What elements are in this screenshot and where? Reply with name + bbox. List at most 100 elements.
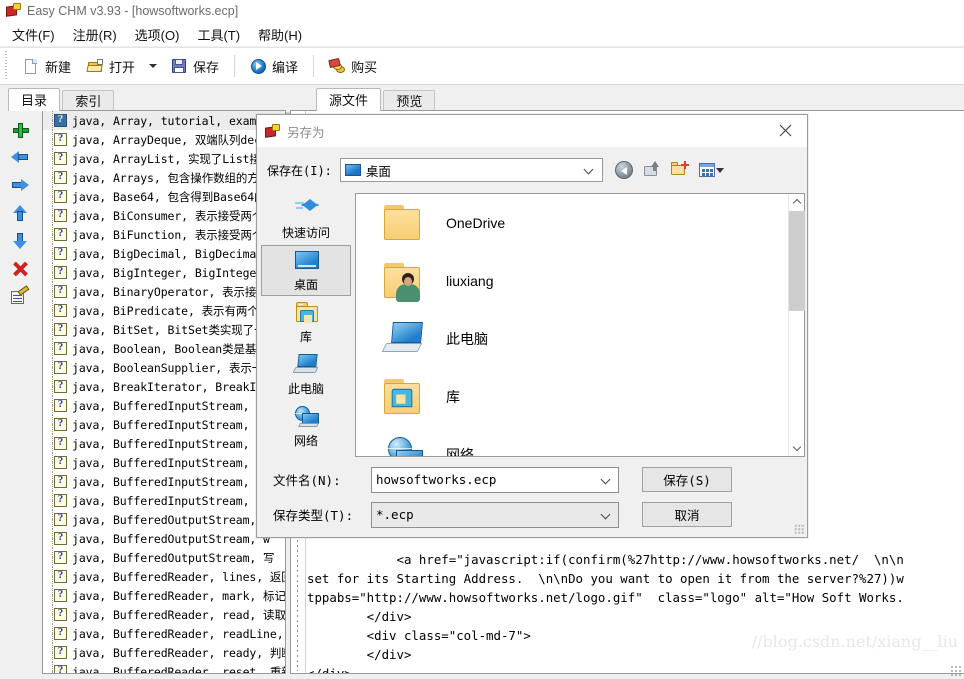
places-bar: 快速访问 桌面库此电脑 网络 [261, 193, 351, 457]
compile-button[interactable]: 编译 [243, 52, 305, 80]
tree-item[interactable]: java, Base64, 包含得到Base64的 [43, 187, 285, 206]
save-confirm-button[interactable]: 保存(S) [642, 467, 732, 492]
tree-item[interactable]: java, BufferedOutputStream, f [43, 510, 285, 529]
tab-preview[interactable]: 预览 [383, 90, 436, 111]
tree-item[interactable]: java, Boolean, Boolean类是基本 [43, 339, 285, 358]
file-list-item[interactable]: 库 [356, 368, 787, 426]
new-button[interactable]: 新建 [16, 52, 78, 80]
tree-item[interactable]: java, BufferedReader, lines, 返回 [43, 567, 285, 586]
save-button[interactable]: 保存 [164, 52, 226, 80]
menu-options[interactable]: 选项(O) [134, 23, 181, 46]
tree-item[interactable]: java, BufferedInputStream, ma [43, 434, 285, 453]
edit-item-button[interactable] [4, 284, 34, 310]
contents-tree-pane[interactable]: java, Array, tutorial, exampl java, Array… [42, 110, 286, 674]
look-in-combo[interactable]: 桌面 [339, 158, 603, 182]
filename-input[interactable]: howsoftworks.ecp [371, 466, 619, 493]
place-desktop[interactable]: 桌面 [261, 245, 351, 296]
tree-item[interactable]: java, ArrayList, 实现了List接 [43, 149, 285, 168]
tab-index[interactable]: 索引 [62, 90, 115, 111]
tree-item-label: java, BufferedOutputStream, f [72, 512, 270, 527]
delete-item-button[interactable] [4, 256, 34, 282]
file-list[interactable]: OneDrive liuxiang 此电脑库网络 [355, 193, 805, 457]
place-quick-access-star[interactable]: 快速访问 [261, 193, 351, 244]
tab-contents[interactable]: 目录 [8, 88, 61, 111]
desktop-icon [344, 164, 361, 176]
dialog-resize-grip[interactable] [794, 524, 804, 534]
tree-item[interactable]: java, BufferedReader, reset, 重新 [43, 662, 286, 674]
tree-item[interactable]: java, ArrayDeque, 双端队列dec [43, 130, 285, 149]
filename-chevron-down-icon[interactable] [601, 475, 611, 485]
help-topic-icon [54, 170, 67, 184]
tree-item[interactable]: java, BufferedInputStream, sk [43, 491, 285, 510]
tree-item[interactable]: java, BufferedReader, readLine, 读 [43, 624, 285, 643]
menu-help[interactable]: 帮助(H) [257, 23, 303, 46]
scroll-down-icon[interactable] [789, 439, 805, 456]
tree-item[interactable]: java, BigInteger, BigInteger类 [43, 263, 285, 282]
tree-item[interactable]: java, Arrays, 包含操作数组的方 [43, 168, 285, 187]
chevron-down-icon[interactable] [584, 165, 594, 175]
file-list-scroll-thumb[interactable] [789, 211, 805, 311]
menu-file[interactable]: 文件(F) [11, 23, 56, 46]
tree-item[interactable]: java, BufferedReader, ready, 判断 [43, 643, 285, 662]
new-folder-button[interactable] [667, 157, 693, 183]
tree-item[interactable]: java, BufferedInputStream, av [43, 396, 285, 415]
file-list-item[interactable]: liuxiang [356, 252, 787, 310]
tree-item[interactable]: java, BiConsumer, 表示接受两个 [43, 206, 285, 225]
tree-item-label: java, BufferedReader, reset, 重新 [72, 664, 286, 674]
tree-item-label: java, BooleanSupplier, 表示一个 [72, 360, 275, 375]
move-right-button[interactable] [4, 172, 34, 198]
tree-item[interactable]: java, BinaryOperator, 表示接受 [43, 282, 285, 301]
tree-item[interactable]: java, BufferedInputStream, Bu [43, 415, 285, 434]
place-this-pc[interactable]: 此电脑 [261, 349, 351, 400]
file-list-item[interactable]: 网络 [356, 426, 787, 456]
tree-item[interactable]: java, BiPredicate, 表示有两个参 [43, 301, 285, 320]
open-dropdown-caret-icon[interactable] [149, 64, 158, 68]
menu-register[interactable]: 注册(R) [72, 23, 118, 46]
tree-guide-line [52, 662, 53, 673]
tree-item[interactable]: java, BiFunction, 表示接受两个 [43, 225, 285, 244]
toolbar-grip[interactable] [3, 51, 11, 81]
tree-item[interactable]: java, BreakIterator, BreakIte [43, 377, 285, 396]
move-down-button[interactable] [4, 228, 34, 254]
help-topic-icon [54, 398, 67, 412]
tree-item[interactable]: java, BufferedReader, read, 读取 [43, 605, 285, 624]
back-arrow-icon [614, 161, 633, 179]
place-network[interactable]: 网络 [261, 401, 351, 452]
up-one-level-button[interactable] [639, 157, 665, 183]
view-options-button[interactable] [695, 157, 729, 183]
tree-item-label: java, BufferedReader, mark, 标记 [72, 588, 286, 603]
help-topic-icon [54, 588, 67, 602]
window-resize-grip[interactable] [950, 665, 962, 677]
tree-item[interactable]: java, BufferedInputStream, re [43, 453, 285, 472]
help-topic-icon [54, 379, 67, 393]
move-up-button[interactable] [4, 200, 34, 226]
scroll-up-icon[interactable] [789, 194, 805, 211]
tree-item[interactable]: java, BufferedOutputStream, w [43, 529, 285, 548]
tree-item[interactable]: java, BufferedInputStream, re [43, 472, 285, 491]
filetype-select[interactable]: *.ecp [371, 501, 619, 528]
tree-item[interactable]: java, BooleanSupplier, 表示一个 [43, 358, 285, 377]
tree-item[interactable]: java, BigDecimal, BigDecimal类 [43, 244, 285, 263]
open-button[interactable]: 打开 [80, 52, 142, 80]
back-button[interactable] [611, 157, 637, 183]
filetype-label: 保存类型(T): [273, 508, 354, 523]
move-left-button[interactable] [4, 144, 34, 170]
add-item-button[interactable] [4, 116, 34, 142]
close-icon[interactable] [763, 115, 807, 146]
buy-button[interactable]: 购买 [322, 52, 384, 80]
filetype-chevron-down-icon[interactable] [601, 510, 611, 520]
tab-source-file[interactable]: 源文件 [316, 88, 382, 111]
place-library[interactable]: 库 [261, 297, 351, 348]
file-list-item[interactable]: 此电脑 [356, 310, 787, 368]
dialog-title-bar: 另存为 [257, 115, 807, 147]
tree-item[interactable]: java, BufferedOutputStream, 写 [43, 548, 285, 567]
cancel-button[interactable]: 取消 [642, 502, 732, 527]
tree-item[interactable]: java, Array, tutorial, exampl [43, 111, 285, 130]
menu-tools[interactable]: 工具(T) [196, 23, 241, 46]
file-list-item[interactable]: OneDrive [356, 194, 787, 252]
tree-item[interactable]: java, BitSet, BitSet类实现了一 [43, 320, 285, 339]
tree-item[interactable]: java, BufferedReader, mark, 标记 [43, 586, 285, 605]
file-list-scrollbar[interactable] [788, 194, 805, 456]
tree-item-label: java, BreakIterator, BreakIte [72, 379, 270, 394]
view-dropdown-caret-icon[interactable] [715, 168, 724, 173]
